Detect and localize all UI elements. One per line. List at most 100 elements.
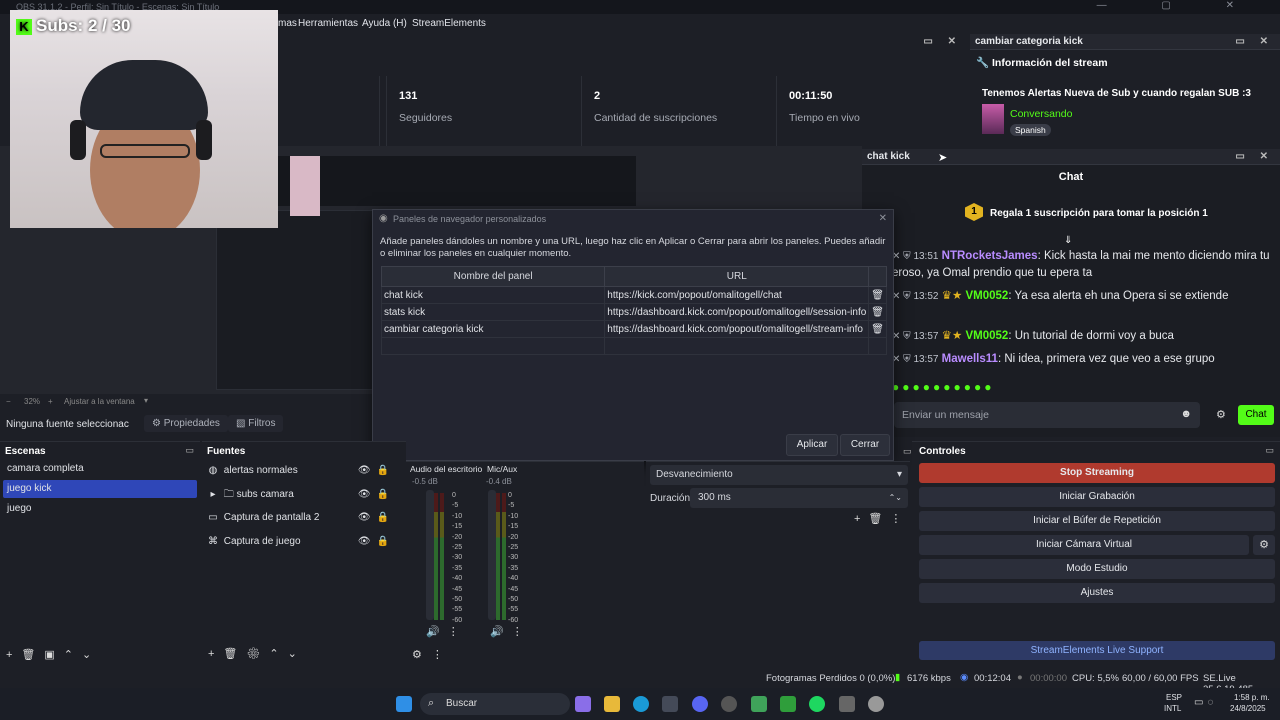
url-cell[interactable]: https://dashboard.kick.com/popout/omalit… [604,303,870,321]
xbox-icon[interactable] [780,696,796,712]
replay-buffer-button[interactable]: Iniciar el Búfer de Repetición [919,511,1275,531]
chat-user[interactable]: VM0052 [966,330,1009,342]
chat-message: ✕ ⛨ 13:52 ♛★ VM0052: Ya esa alerta eh un… [892,288,1228,305]
clock-date[interactable]: 24/8/2025 [1230,704,1266,713]
source-item[interactable]: ⌘ Captura de juego 👁🔒 [205,531,403,553]
menu-item-help[interactable]: Ayuda (H) [362,18,407,29]
dock-title: chat kick [867,151,910,162]
close-icon[interactable]: ✕ [879,213,887,224]
stepper-icon[interactable]: ⌃⌄ [889,488,902,508]
visibility-lock-icons[interactable]: 👁🔒 [358,507,395,529]
name-cell-new[interactable] [380,337,606,355]
chevron-right-icon[interactable]: ▸ [205,484,221,506]
name-cell[interactable]: stats kick [380,303,606,321]
keyboard-layout[interactable]: INTL [1164,704,1181,713]
category-name[interactable]: Conversando [1010,108,1072,120]
obs-icon[interactable] [721,696,737,712]
scene-item-selected[interactable]: juego kick [3,480,197,498]
scene-item[interactable]: camara completa [3,460,197,478]
menu-item-streamelements[interactable]: StreamElements [412,18,486,29]
chat-user[interactable]: Mawells11 [942,353,998,365]
start-recording-button[interactable]: Iniciar Grabación [919,487,1275,507]
source-toolbar-icons[interactable]: +🗑⚙⌃⌄ [208,647,306,660]
chat-send-button[interactable]: Chat [1238,405,1274,425]
source-item[interactable]: ◍ alertas normales 👁🔒 [205,460,403,482]
mixer-toolbar-icons[interactable]: ⚙⋮ [412,648,453,661]
volume-slider[interactable] [488,490,496,620]
menu-item-tools[interactable]: Herramientas [298,18,358,29]
spotify-icon[interactable] [809,696,825,712]
chevron-down-icon[interactable]: ▾ [144,396,148,405]
dock-float-close-icons[interactable]: ▭ ✕ [1235,36,1274,47]
dock-float-icon[interactable]: ▭ [185,445,194,456]
chat-user[interactable]: NTRocketsJames [942,250,1038,262]
volume-slider[interactable] [426,490,434,620]
scroll-down-icon[interactable]: ⇓ [1064,235,1072,246]
settings-gear-icon[interactable]: ⚙ [1216,408,1226,421]
scene-item[interactable]: juego [3,500,197,518]
properties-button[interactable]: ⚙ Propiedades [144,415,228,432]
trash-icon[interactable]: 🗑 [868,320,887,338]
zoom-in-icon[interactable]: + [48,397,53,406]
chatgpt-icon[interactable] [868,696,884,712]
source-item[interactable]: ▸ 🗀 subs camara 👁🔒 [205,484,403,506]
stop-streaming-button[interactable]: Stop Streaming [919,463,1275,483]
window-controls[interactable]: — ▢ ✕ [1097,0,1260,11]
copilot-icon[interactable] [575,696,591,712]
visibility-lock-icons[interactable]: 👁🔒 [358,484,395,506]
source-item[interactable]: ▭ Captura de pantalla 2 👁🔒 [205,507,403,529]
edge-icon[interactable] [633,696,649,712]
dock-float-close-icons[interactable]: ▭ ✕ [923,36,962,47]
file-explorer-icon[interactable] [604,696,620,712]
apply-button[interactable]: Aplicar [786,434,838,456]
taskbar-search[interactable]: ⌕ Buscar [420,693,570,715]
tray-icons[interactable]: ▭◌ [1194,697,1217,708]
clock-time[interactable]: 1:58 p. m. [1234,693,1270,702]
settings-button[interactable]: Ajustes [919,583,1275,603]
close-button[interactable]: Cerrar [840,434,890,456]
zoom-out-icon[interactable]: − [6,397,11,406]
zoom-fit[interactable]: Ajustar a la ventana [64,397,135,406]
windows-start-icon[interactable] [396,696,412,712]
chat-input[interactable]: Enviar un mensaje ☻ [894,402,1200,428]
filters-button[interactable]: ▧ Filtros [228,415,284,432]
transition-toolbar-icons[interactable]: +🗑⋮ [854,512,909,525]
transitions-dock: Desvanecimiento ▾ Duración 300 ms ⌃⌄ +🗑⋮ [646,461,910,667]
url-cell[interactable]: https://dashboard.kick.com/popout/omalit… [604,320,870,338]
mixer-mute-menu-icons[interactable]: 🔊⋮ [426,625,467,638]
language-indicator[interactable]: ESP [1166,693,1182,702]
app-icon[interactable] [751,696,767,712]
chat-input-placeholder: Enviar un mensaje [902,409,989,421]
name-cell[interactable]: cambiar categoria kick [380,320,606,338]
dock-float-close-icons[interactable]: ▭ ✕ [1235,151,1274,162]
col-action-header [868,266,887,287]
nested-camera-thumb [290,156,320,216]
name-cell[interactable]: chat kick [380,286,606,304]
store-icon[interactable] [662,696,678,712]
scene-toolbar-icons[interactable]: +🗑▣⌃⌄ [6,648,100,661]
vcam-settings-gear-icon[interactable]: ⚙ [1253,535,1275,555]
url-cell-new[interactable] [604,337,870,355]
meter-scale: 0 -5 -10 -15 -20 -25 -30 -35 -40 -45 -50… [452,492,463,624]
emoji-icon[interactable]: ☻ [1180,408,1192,420]
controls-title: Controles [919,446,966,457]
url-cell[interactable]: https://kick.com/popout/omalitogell/chat [604,286,870,304]
dock-float-icon[interactable]: ▭ [903,446,912,457]
app-icon[interactable] [839,696,855,712]
chat-user[interactable]: VM0052 [966,290,1009,302]
visibility-lock-icons[interactable]: 👁🔒 [358,531,395,553]
discord-icon[interactable] [692,696,708,712]
trash-icon[interactable]: 🗑 [868,303,887,321]
dock-float-icon[interactable]: ▭ [1265,445,1274,456]
trash-icon[interactable]: 🗑 [868,286,887,304]
transition-select[interactable]: Desvanecimiento ▾ [650,465,908,485]
mixer-mute-menu-icons[interactable]: 🔊⋮ [490,625,531,638]
duration-input[interactable]: 300 ms ⌃⌄ [690,488,908,508]
gamepad-icon: ⌘ [208,536,218,547]
visibility-lock-icons[interactable]: 👁🔒 [358,460,395,482]
live-support-button[interactable]: StreamElements Live Support [919,641,1275,660]
menu-item-view[interactable]: mas [278,18,297,29]
virtual-camera-button[interactable]: Iniciar Cámara Virtual [919,535,1249,555]
studio-mode-button[interactable]: Modo Estudio [919,559,1275,579]
table-header-row: Nombre del panel URL [380,266,887,287]
